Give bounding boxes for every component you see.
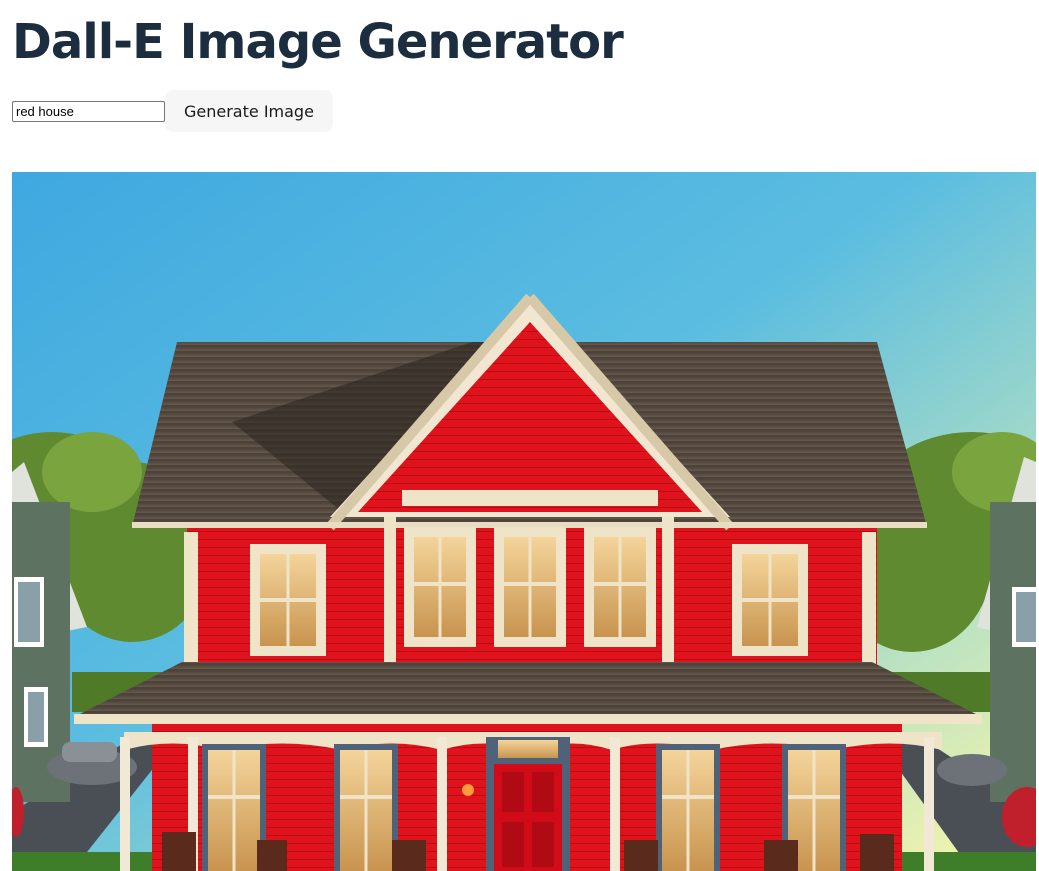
generated-image [12, 172, 1036, 871]
generate-image-button[interactable]: Generate Image [165, 90, 333, 132]
prompt-input[interactable] [12, 100, 165, 122]
generator-form: Generate Image [12, 90, 333, 132]
page-title: Dall-E Image Generator [12, 14, 624, 70]
